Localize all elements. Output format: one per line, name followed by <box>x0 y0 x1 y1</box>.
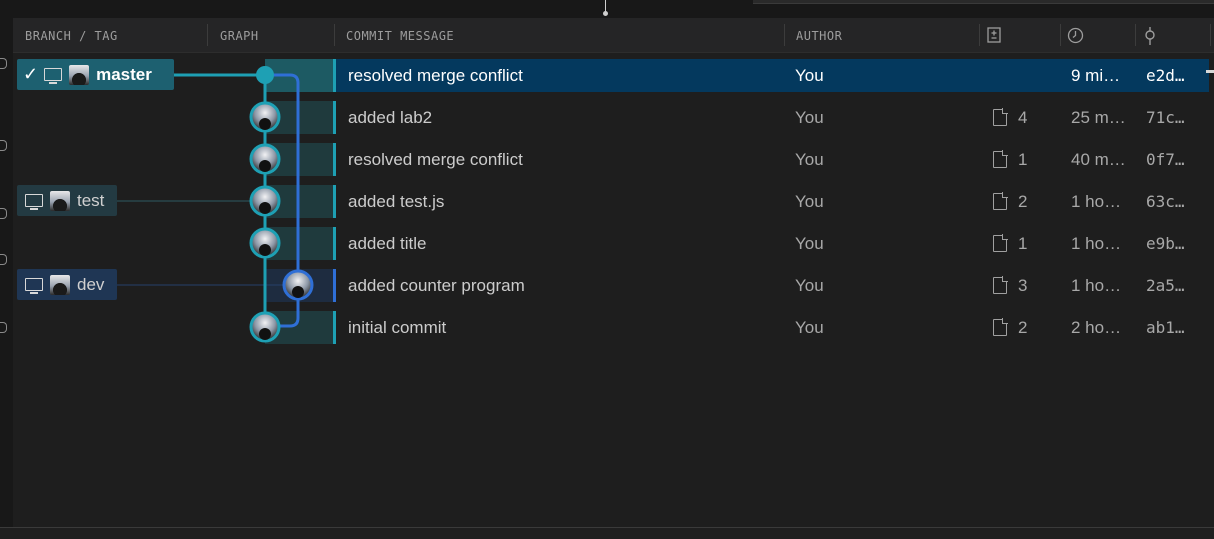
column-author[interactable]: AUTHOR <box>796 18 842 52</box>
column-resizer[interactable] <box>1135 24 1136 46</box>
commit-date: 2 ho… <box>1071 318 1122 337</box>
commit-node[interactable] <box>249 101 281 133</box>
merge-commit-node[interactable] <box>256 66 274 84</box>
commit-message: resolved merge conflict <box>348 150 523 169</box>
commit-message: added lab2 <box>348 108 433 127</box>
commit-node[interactable] <box>249 311 281 343</box>
column-resizer[interactable] <box>979 24 980 46</box>
commit-node[interactable] <box>249 143 281 175</box>
commit-icon[interactable] <box>1143 27 1157 50</box>
divider-dot <box>603 11 608 16</box>
commit-message: initial commit <box>348 318 447 337</box>
changed-files-count: 4 <box>1018 108 1028 127</box>
column-commit-message[interactable]: COMMIT MESSAGE <box>346 18 454 52</box>
file-icon <box>993 192 1008 210</box>
commit-sha[interactable]: ab1… <box>1146 310 1185 345</box>
commit-author: You <box>795 276 824 295</box>
column-resizer[interactable] <box>1060 24 1061 46</box>
scrollbar-thumb[interactable] <box>1206 70 1214 73</box>
commit-node[interactable] <box>249 227 281 259</box>
commit-date: 1 ho… <box>1071 192 1122 211</box>
file-icon <box>993 108 1008 126</box>
commit-sha[interactable]: 63c… <box>1146 184 1185 219</box>
commit-author: You <box>795 108 824 127</box>
changed-files-count: 2 <box>1018 192 1028 211</box>
commit-message: resolved merge conflict <box>348 66 523 85</box>
clock-icon[interactable] <box>1067 27 1084 49</box>
commit-sha[interactable]: e2d… <box>1146 58 1185 93</box>
changed-files-count: 3 <box>1018 276 1028 295</box>
file-diff-icon[interactable] <box>987 27 1001 48</box>
commit-node[interactable] <box>282 269 314 301</box>
column-resizer[interactable] <box>1210 24 1211 46</box>
commit-date: 9 mi… <box>1071 66 1121 85</box>
commit-date: 1 ho… <box>1071 234 1122 253</box>
commit-date: 1 ho… <box>1071 276 1122 295</box>
commit-author: You <box>795 66 824 85</box>
file-icon <box>993 276 1008 294</box>
changed-files-count: 1 <box>1018 234 1028 253</box>
commit-graph <box>117 66 314 343</box>
file-icon <box>993 234 1008 252</box>
commit-message: added counter program <box>348 276 525 295</box>
commit-sha[interactable]: 71c… <box>1146 100 1185 135</box>
commit-date: 25 m… <box>1071 108 1126 127</box>
status-bar <box>0 527 1214 539</box>
column-resizer[interactable] <box>784 24 785 46</box>
commit-node[interactable] <box>249 185 281 217</box>
changed-files-count: 1 <box>1018 150 1028 169</box>
commit-message: added title <box>348 234 427 253</box>
panel-edge <box>753 0 1214 4</box>
commit-author: You <box>795 318 824 337</box>
file-icon <box>993 318 1008 336</box>
changed-files-count: 2 <box>1018 318 1028 337</box>
commit-author: You <box>795 192 824 211</box>
commit-author: You <box>795 234 824 253</box>
commit-author: You <box>795 150 824 169</box>
commit-message: added test.js <box>348 192 445 211</box>
commit-date: 40 m… <box>1071 150 1126 169</box>
file-icon <box>993 150 1008 168</box>
commit-sha[interactable]: e9b… <box>1146 226 1185 261</box>
commit-sha[interactable]: 2a5… <box>1146 268 1185 303</box>
commit-sha[interactable]: 0f7… <box>1146 142 1185 177</box>
